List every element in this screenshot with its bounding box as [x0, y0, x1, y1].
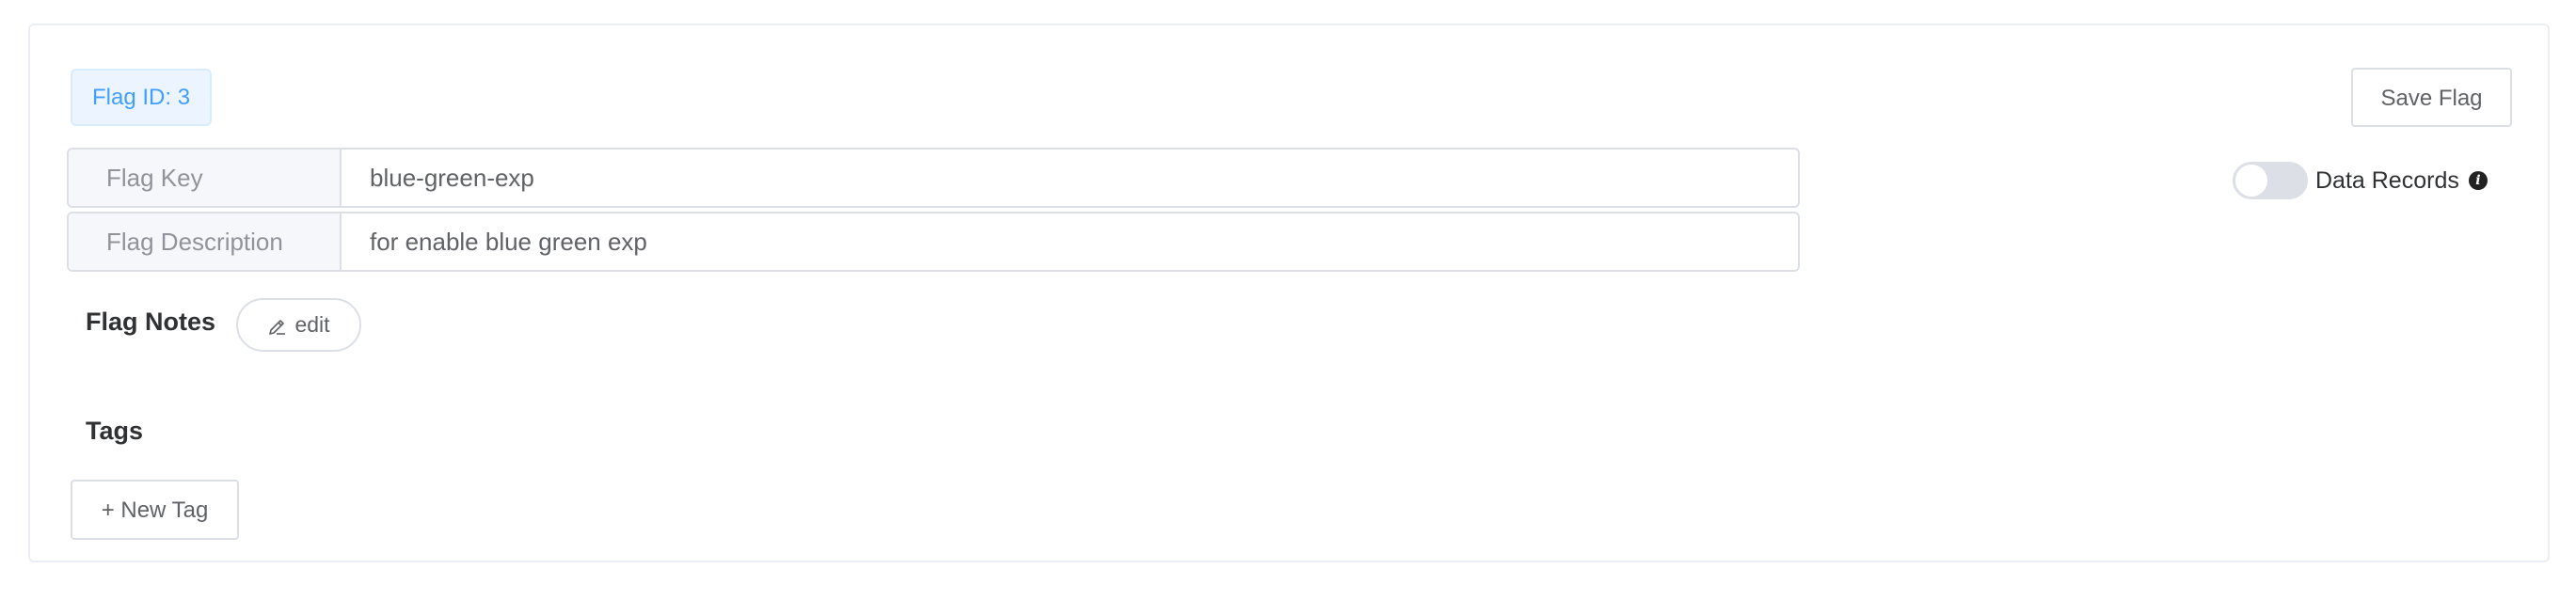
toggle-knob	[2235, 165, 2267, 197]
flag-description-label: Flag Description	[69, 213, 342, 270]
pencil-icon	[269, 319, 286, 335]
info-icon[interactable]: i	[2468, 171, 2488, 190]
data-records-toggle[interactable]	[2233, 162, 2308, 199]
flag-key-label: Flag Key	[69, 150, 342, 206]
data-records-label: Data Records	[2315, 166, 2459, 194]
data-records-control: Data Records i	[2233, 162, 2488, 199]
flag-description-group: Flag Description	[67, 212, 1800, 272]
edit-label: edit	[294, 312, 330, 337]
flag-key-group: Flag Key	[67, 148, 1800, 208]
flag-key-input[interactable]	[342, 150, 1798, 206]
flag-description-input[interactable]	[342, 213, 1798, 270]
flag-card	[28, 24, 2550, 562]
new-tag-button[interactable]: + New Tag	[71, 480, 239, 540]
save-flag-button[interactable]: Save Flag	[2351, 68, 2512, 127]
flag-id-badge: Flag ID: 3	[71, 69, 213, 126]
tags-title: Tags	[86, 417, 144, 445]
flag-notes-title: Flag Notes	[86, 308, 216, 336]
edit-notes-button[interactable]: edit	[236, 298, 361, 352]
